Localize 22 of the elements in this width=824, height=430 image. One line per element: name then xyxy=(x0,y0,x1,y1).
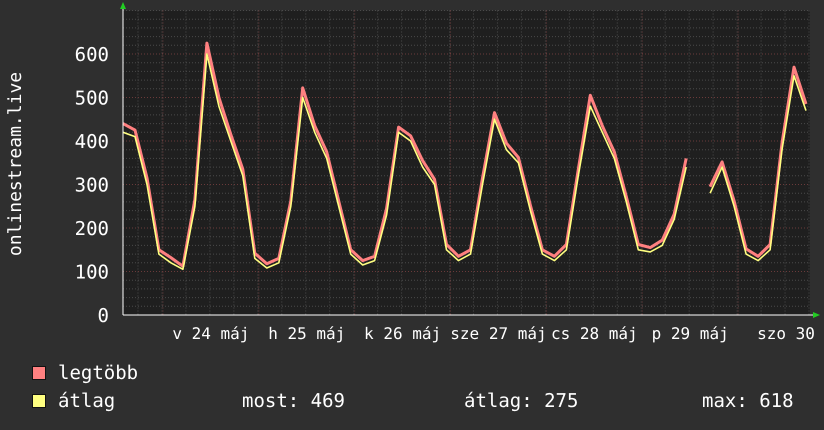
y-tick-label: 600 xyxy=(74,44,109,66)
y-tick-label: 200 xyxy=(74,218,109,240)
stat-value: max: 618 xyxy=(702,390,794,412)
y-tick-label: 500 xyxy=(74,88,109,110)
x-tick-label: k 26 máj xyxy=(364,324,442,343)
y-tick-label: 400 xyxy=(74,131,109,153)
x-tick-label: sze 27 máj xyxy=(450,324,547,343)
x-tick-label: szo 30 xyxy=(757,324,815,343)
legend-label: legtöbb xyxy=(58,362,140,384)
legend-swatch xyxy=(32,366,46,380)
y-tick-label: 0 xyxy=(98,305,109,327)
legend-swatch xyxy=(32,394,46,408)
x-tick-label: p 29 máj xyxy=(652,324,729,343)
stat-value: átlag: 275 xyxy=(464,390,580,412)
y-tick-label: 100 xyxy=(74,262,109,284)
legend-label: átlag xyxy=(58,390,116,412)
x-tick-label: cs 28 máj xyxy=(550,324,638,343)
stat-value: most: 469 xyxy=(242,390,346,412)
y-axis-title: onlinestream.live xyxy=(5,72,26,256)
x-tick-label: h 25 máj xyxy=(268,324,346,343)
y-tick-label: 300 xyxy=(74,174,109,196)
x-tick-label: v 24 máj xyxy=(172,324,250,343)
